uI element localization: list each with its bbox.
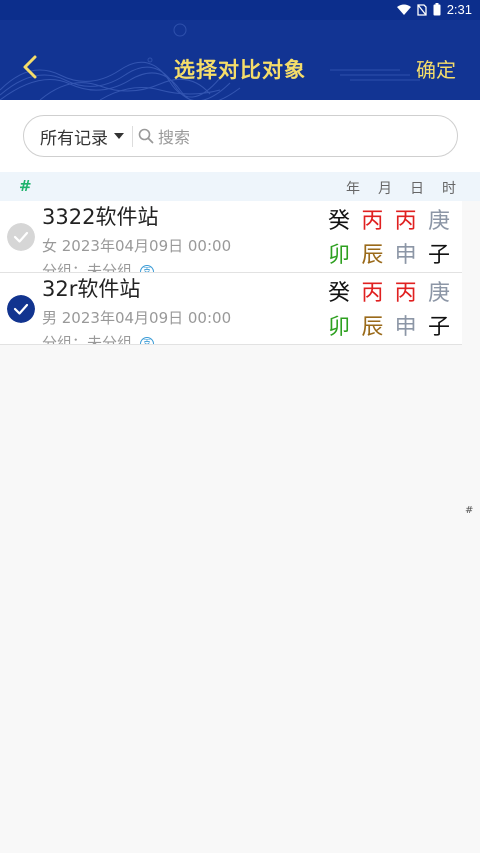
app-bar: 选择对比对象 确定 [0,20,480,100]
bazi-pillars: 癸 丙 丙 庚 卯 辰 申 子 [324,275,454,343]
column-hour: 时 [442,181,456,197]
branch-hour: 子 [427,243,450,268]
pillar-column-labels: 年 月 日 时 [344,178,458,198]
column-year: 年 [346,181,360,197]
record-group-label: 分组：未分组 [42,262,133,273]
stem-month: 丙 [361,281,384,306]
record-badge: 喜 [140,264,155,272]
section-index: # [19,177,32,195]
checked-circle-icon[interactable] [7,295,35,323]
index-bar-hash[interactable]: # [465,505,473,516]
search-input[interactable] [156,124,440,150]
status-time: 2:31 [446,2,472,17]
search-divider [132,126,133,147]
wifi-icon [396,4,411,15]
confirm-button[interactable]: 确定 [416,54,456,83]
record-group-label: 分组：未分组 [42,334,133,345]
page-title: 选择对比对象 [174,58,306,82]
branch-year: 卯 [327,315,350,340]
list-section-header: # 年 月 日 时 [0,172,480,201]
battery-icon [433,3,441,16]
no-sim-icon [417,3,427,16]
caret-down-icon [114,133,124,139]
branch-day: 申 [394,243,417,268]
branch-month: 辰 [361,315,384,340]
heavenly-stems-row: 癸 丙 丙 庚 [324,275,454,309]
record-badge: 喜 [140,336,155,344]
column-month: 月 [378,181,392,197]
record-birth-info: 女 2023年04月09日 00:00 [42,237,232,255]
branch-hour: 子 [427,315,450,340]
column-day: 日 [410,181,424,197]
earthly-branches-row: 卯 辰 申 子 [324,237,454,271]
stem-month: 丙 [361,209,384,234]
stem-day: 丙 [394,281,417,306]
stem-hour: 庚 [427,281,450,306]
bazi-pillars: 癸 丙 丙 庚 卯 辰 申 子 [324,203,454,271]
stem-hour: 庚 [427,209,450,234]
record-row[interactable]: 3322软件站 女 2023年04月09日 00:00 分组：未分组喜 癸 丙 … [0,201,462,273]
stem-day: 丙 [394,209,417,234]
search-bar: 所有记录 [23,115,458,157]
earthly-branches-row: 卯 辰 申 子 [324,309,454,343]
record-name: 3322软件站 [42,205,159,229]
record-birth-info: 男 2023年04月09日 00:00 [42,309,232,327]
unchecked-circle-icon[interactable] [7,223,35,251]
branch-year: 卯 [327,243,350,268]
record-filter-label: 所有记录 [40,128,108,149]
stem-year: 癸 [327,209,350,234]
record-row[interactable]: 32r软件站 男 2023年04月09日 00:00 分组：未分组喜 癸 丙 丙… [0,273,462,345]
record-name: 32r软件站 [42,277,141,301]
record-filter-dropdown[interactable]: 所有记录 [40,116,124,156]
stem-year: 癸 [327,281,350,306]
branch-day: 申 [394,315,417,340]
status-bar: 2:31 [0,0,480,20]
heavenly-stems-row: 癸 丙 丙 庚 [324,203,454,237]
search-icon [138,128,154,144]
record-group: 分组：未分组喜 [42,332,155,345]
branch-month: 辰 [361,243,384,268]
record-group: 分组：未分组喜 [42,260,155,273]
